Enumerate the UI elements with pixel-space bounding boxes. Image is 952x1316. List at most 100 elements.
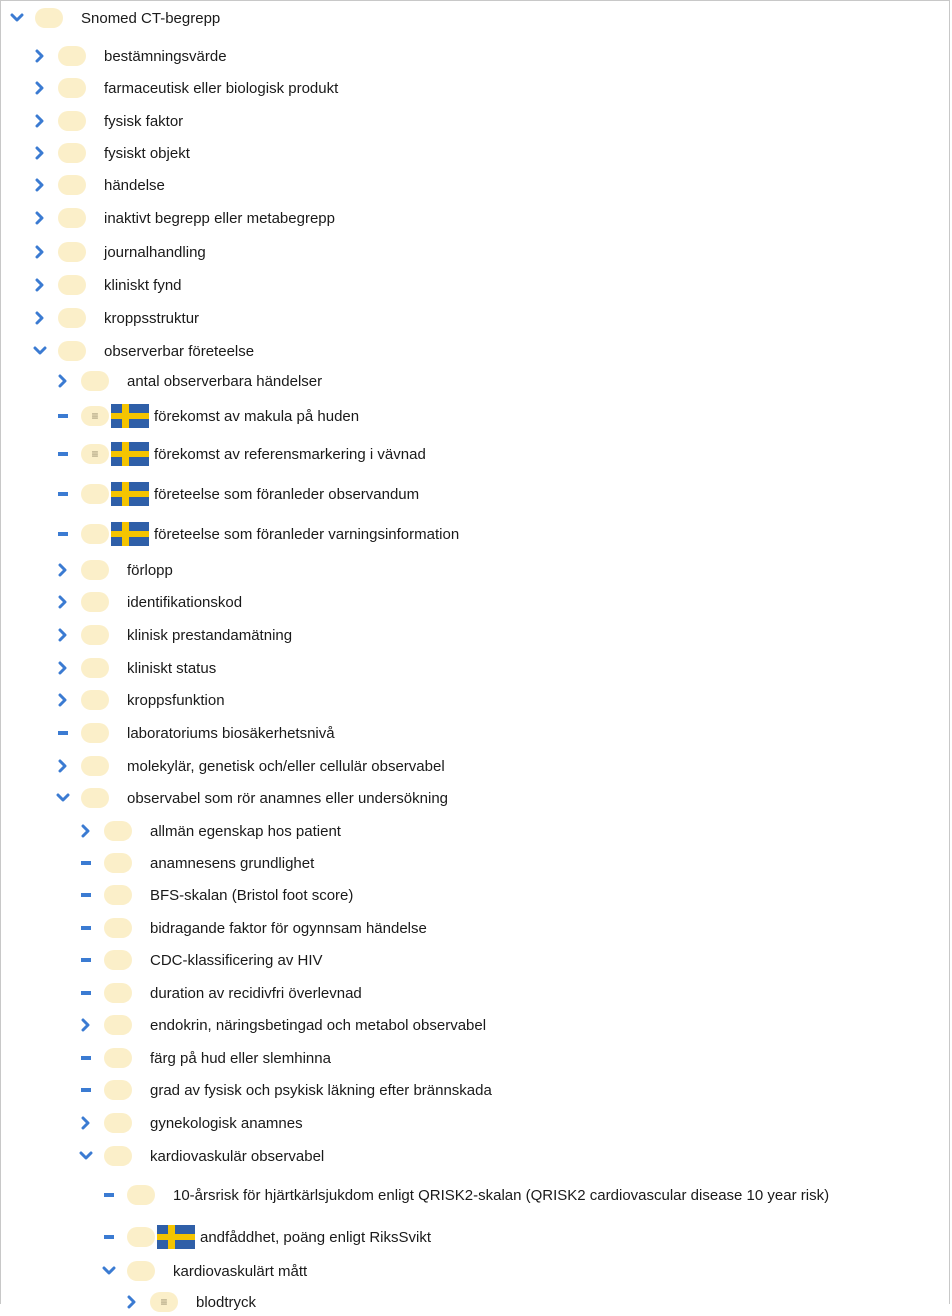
tree-node[interactable]: BFS-skalan (Bristol foot score) bbox=[78, 881, 353, 909]
tree-node[interactable]: ≡ förekomst av referensmarkering i vävnad bbox=[55, 440, 426, 468]
tree-node[interactable]: fysisk faktor bbox=[32, 107, 183, 135]
chevron-right-icon[interactable] bbox=[32, 48, 48, 64]
tree-node-label[interactable]: bidragande faktor för ogynnsam händelse bbox=[150, 920, 427, 937]
tree-node-label[interactable]: BFS-skalan (Bristol foot score) bbox=[150, 887, 353, 904]
tree-node-label[interactable]: företeelse som föranleder varningsinform… bbox=[154, 526, 459, 543]
tree-node-label[interactable]: andfåddhet, poäng enligt RiksSvikt bbox=[200, 1229, 431, 1246]
tree-node-label[interactable]: bestämningsvärde bbox=[104, 48, 227, 65]
chevron-right-icon[interactable] bbox=[55, 594, 71, 610]
tree-node[interactable]: kardiovaskulär observabel bbox=[78, 1142, 324, 1170]
tree-node-label[interactable]: anamnesens grundlighet bbox=[150, 855, 314, 872]
tree-node[interactable]: bestämningsvärde bbox=[32, 42, 227, 70]
tree-node[interactable]: grad av fysisk och psykisk läkning efter… bbox=[78, 1076, 492, 1104]
tree-node-label[interactable]: antal observerbara händelser bbox=[127, 373, 322, 390]
tree-node[interactable]: molekylär, genetisk och/eller cellulär o… bbox=[55, 752, 445, 780]
concept-node-icon[interactable]: ≡ bbox=[81, 406, 109, 426]
tree-node[interactable]: klinisk prestandamätning bbox=[55, 621, 292, 649]
tree-node[interactable]: inaktivt begrepp eller metabegrepp bbox=[32, 204, 335, 232]
tree-node-label[interactable]: endokrin, näringsbetingad och metabol ob… bbox=[150, 1017, 486, 1034]
chevron-right-icon[interactable] bbox=[32, 277, 48, 293]
tree-node[interactable]: antal observerbara händelser bbox=[55, 367, 322, 395]
tree-node-label[interactable]: inaktivt begrepp eller metabegrepp bbox=[104, 210, 335, 227]
tree-node-label[interactable]: kliniskt status bbox=[127, 660, 216, 677]
tree-node-label[interactable]: laboratoriums biosäkerhetsnivå bbox=[127, 725, 335, 742]
tree-node-label[interactable]: förekomst av referensmarkering i vävnad bbox=[154, 446, 426, 463]
tree-node[interactable]: Snomed CT-begrepp bbox=[9, 4, 220, 32]
tree-node-label[interactable]: kardiovaskulärt mått bbox=[173, 1263, 307, 1280]
tree-node-label[interactable]: Snomed CT-begrepp bbox=[81, 10, 220, 27]
chevron-right-icon[interactable] bbox=[55, 758, 71, 774]
tree-node-label[interactable]: observabel som rör anamnes eller undersö… bbox=[127, 790, 448, 807]
tree-node[interactable]: förlopp bbox=[55, 556, 173, 584]
chevron-right-icon[interactable] bbox=[55, 692, 71, 708]
tree-node-label[interactable]: fysisk faktor bbox=[104, 113, 183, 130]
tree-node[interactable]: andfåddhet, poäng enligt RiksSvikt bbox=[101, 1223, 431, 1251]
tree-node[interactable]: ≡ förekomst av makula på huden bbox=[55, 402, 359, 430]
tree-node-label[interactable]: 10-årsrisk för hjärtkärlsjukdom enligt Q… bbox=[173, 1187, 829, 1204]
tree-node[interactable]: gynekologisk anamnes bbox=[78, 1109, 303, 1137]
chevron-right-icon[interactable] bbox=[55, 373, 71, 389]
tree-node[interactable]: CDC-klassificering av HIV bbox=[78, 946, 323, 974]
tree-node-label[interactable]: CDC-klassificering av HIV bbox=[150, 952, 323, 969]
tree-node[interactable]: duration av recidivfri överlevnad bbox=[78, 979, 362, 1007]
tree-node-label[interactable]: journalhandling bbox=[104, 244, 206, 261]
tree-node[interactable]: kardiovaskulärt mått bbox=[101, 1257, 307, 1285]
concept-node-icon[interactable]: ≡ bbox=[150, 1292, 178, 1312]
menu-lines-icon[interactable]: ≡ bbox=[91, 448, 98, 460]
chevron-right-icon[interactable] bbox=[78, 823, 94, 839]
menu-lines-icon[interactable]: ≡ bbox=[91, 410, 98, 422]
chevron-right-icon[interactable] bbox=[124, 1294, 140, 1310]
tree-node[interactable]: fysiskt objekt bbox=[32, 139, 190, 167]
tree-node-label[interactable]: förekomst av makula på huden bbox=[154, 408, 359, 425]
tree-node-label[interactable]: händelse bbox=[104, 177, 165, 194]
chevron-right-icon[interactable] bbox=[78, 1017, 94, 1033]
tree-node[interactable]: händelse bbox=[32, 171, 165, 199]
chevron-right-icon[interactable] bbox=[32, 113, 48, 129]
tree-node[interactable]: färg på hud eller slemhinna bbox=[78, 1044, 331, 1072]
concept-node-icon[interactable]: ≡ bbox=[81, 444, 109, 464]
chevron-right-icon[interactable] bbox=[55, 627, 71, 643]
tree-node[interactable]: observabel som rör anamnes eller undersö… bbox=[55, 784, 448, 812]
tree-node[interactable]: laboratoriums biosäkerhetsnivå bbox=[55, 719, 335, 747]
tree-node[interactable]: kliniskt fynd bbox=[32, 271, 182, 299]
tree-node-label[interactable]: observerbar företeelse bbox=[104, 343, 254, 360]
tree-node-label[interactable]: färg på hud eller slemhinna bbox=[150, 1050, 331, 1067]
chevron-down-icon[interactable] bbox=[9, 10, 25, 26]
chevron-down-icon[interactable] bbox=[78, 1148, 94, 1164]
chevron-down-icon[interactable] bbox=[32, 343, 48, 359]
tree-node-label[interactable]: blodtryck bbox=[196, 1294, 256, 1311]
tree-node-label[interactable]: företeelse som föranleder observandum bbox=[154, 486, 419, 503]
chevron-right-icon[interactable] bbox=[32, 244, 48, 260]
chevron-right-icon[interactable] bbox=[32, 177, 48, 193]
tree-node-label[interactable]: kliniskt fynd bbox=[104, 277, 182, 294]
tree-node-label[interactable]: allmän egenskap hos patient bbox=[150, 823, 341, 840]
chevron-down-icon[interactable] bbox=[101, 1263, 117, 1279]
tree-node-label[interactable]: molekylär, genetisk och/eller cellulär o… bbox=[127, 758, 445, 775]
tree-node[interactable]: 10-årsrisk för hjärtkärlsjukdom enligt Q… bbox=[101, 1181, 829, 1209]
tree-node[interactable]: allmän egenskap hos patient bbox=[78, 817, 341, 845]
tree-node-label[interactable]: klinisk prestandamätning bbox=[127, 627, 292, 644]
tree-node-label[interactable]: kroppsstruktur bbox=[104, 310, 199, 327]
chevron-right-icon[interactable] bbox=[32, 310, 48, 326]
tree-node-label[interactable]: identifikationskod bbox=[127, 594, 242, 611]
tree-node[interactable]: journalhandling bbox=[32, 238, 206, 266]
chevron-right-icon[interactable] bbox=[32, 210, 48, 226]
tree-node[interactable]: farmaceutisk eller biologisk produkt bbox=[32, 74, 338, 102]
chevron-down-icon[interactable] bbox=[55, 790, 71, 806]
tree-node[interactable]: kliniskt status bbox=[55, 654, 216, 682]
tree-node-label[interactable]: farmaceutisk eller biologisk produkt bbox=[104, 80, 338, 97]
chevron-right-icon[interactable] bbox=[32, 145, 48, 161]
tree-node-label[interactable]: fysiskt objekt bbox=[104, 145, 190, 162]
tree-node[interactable]: företeelse som föranleder varningsinform… bbox=[55, 520, 459, 548]
chevron-right-icon[interactable] bbox=[55, 660, 71, 676]
tree-node-label[interactable]: kardiovaskulär observabel bbox=[150, 1148, 324, 1165]
tree-node-label[interactable]: grad av fysisk och psykisk läkning efter… bbox=[150, 1082, 492, 1099]
tree-node[interactable]: ≡ blodtryck bbox=[124, 1288, 256, 1316]
tree-node[interactable]: kroppsstruktur bbox=[32, 304, 199, 332]
tree-node[interactable]: anamnesens grundlighet bbox=[78, 849, 314, 877]
tree-node-label[interactable]: förlopp bbox=[127, 562, 173, 579]
tree-node[interactable]: identifikationskod bbox=[55, 588, 242, 616]
tree-node-label[interactable]: duration av recidivfri överlevnad bbox=[150, 985, 362, 1002]
tree-node-label[interactable]: gynekologisk anamnes bbox=[150, 1115, 303, 1132]
tree-node[interactable]: observerbar företeelse bbox=[32, 337, 254, 365]
